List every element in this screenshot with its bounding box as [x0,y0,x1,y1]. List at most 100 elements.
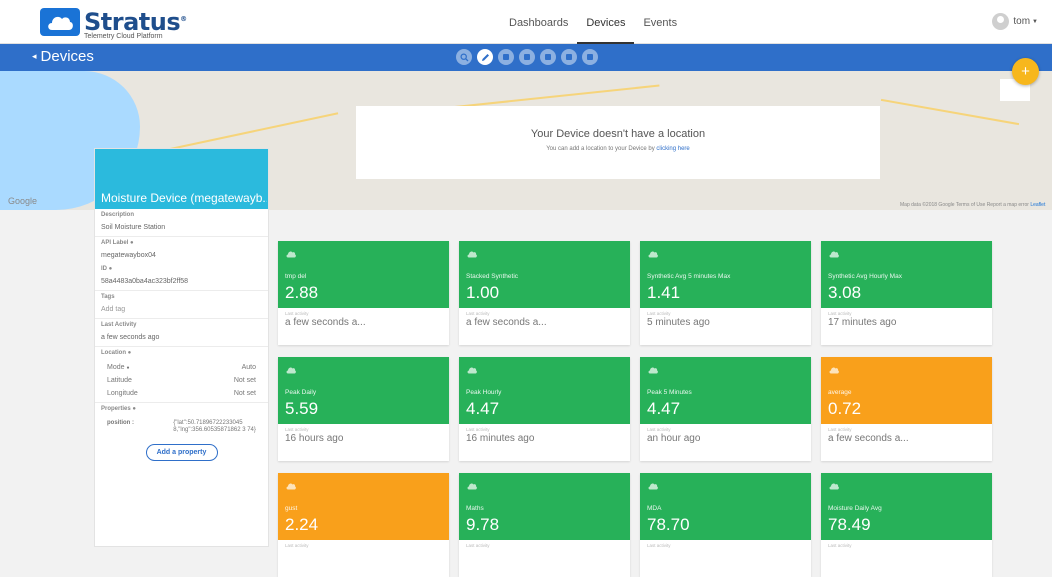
last-activity-caption: Last activity [285,311,309,316]
tags-section: Tags Add tag [95,291,268,319]
variable-card-header: Peak 5 Minutes 4.47 [640,357,811,424]
variable-value: 5.59 [285,399,319,418]
variable-card-header: Moisture Daily Avg 78.49 [821,473,992,540]
variable-value: 4.47 [466,399,500,418]
variable-name: tmp del [285,273,307,280]
last-activity-section: Last Activity a few seconds ago [95,319,268,347]
description-section: Description Soil Moisture Station [95,209,268,237]
download-icon[interactable] [519,49,535,65]
back-to-devices-link[interactable]: ◂ Devices [32,48,94,65]
location-label: Location [101,350,126,356]
variable-card-footer: Last activity 17 minutes ago [821,308,992,331]
variable-card[interactable]: gust 2.24 Last activity [278,473,449,577]
longitude-value[interactable]: Not set [234,390,256,397]
map-road [161,112,339,152]
variable-card[interactable]: Synthetic Avg 5 minutes Max 1.41 Last acti… [640,241,811,345]
google-logo: Google [8,196,38,206]
nav-item-events[interactable]: Events [634,0,686,44]
info-icon: ● [130,240,134,246]
tags-label: Tags [101,294,115,300]
add-location-link[interactable]: clicking here [656,146,689,152]
variable-last-activity: a few seconds a... [828,433,909,444]
map-credit: Map data ©2018 Google Terms of Use Repor… [900,202,1046,208]
device-id-value: 58a4483a0ba4ac323bf2ff58 [101,278,189,285]
device-header: Moisture Device (megatewayb... [95,149,268,209]
api-label-section: API Label ● megatewaybox04 ID ● 58a4483a… [95,237,268,291]
variable-card[interactable]: Stacked Synthetic 1.00 Last activity a few … [459,241,630,345]
variable-card-header: Peak Daily 5.59 [278,357,449,424]
variable-card[interactable]: Peak 5 Minutes 4.47 Last activity an hour a… [640,357,811,461]
variable-value: 0.72 [828,399,862,418]
delete-icon[interactable] [498,49,514,65]
variable-card-footer: Last activity an hour ago [640,424,811,447]
variable-card-footer: Last activity 16 minutes ago [459,424,630,447]
last-activity-caption: Last activity [828,311,852,316]
mode-value[interactable]: Auto [242,364,256,371]
variable-card-footer: Last activity a few seconds a... [278,308,449,331]
info-icon: ● [132,406,136,412]
tool-icons [456,49,603,65]
chart-icon[interactable] [561,49,577,65]
variable-card-footer: Last activity a few seconds a... [459,308,630,331]
brand-name: Stratus [84,8,181,36]
variable-last-activity: 5 minutes ago [647,317,710,328]
brand-registered-mark: ® [180,15,187,23]
variable-last-activity: 16 hours ago [285,433,344,444]
last-activity-caption: Last activity [647,427,671,432]
properties-label: Properties [101,406,131,412]
cloud-upload-icon [648,477,658,495]
search-icon[interactable] [456,49,472,65]
variable-card[interactable]: Maths 9.78 Last activity [459,473,630,577]
user-menu[interactable]: tom ▼ [992,13,1038,30]
variable-card-footer: Last activity 5 minutes ago [640,308,811,331]
info-icon: ● [127,350,132,356]
variable-last-activity: 17 minutes ago [828,317,897,328]
longitude-label: Longitude [107,390,138,397]
stratus-logo[interactable]: Stratus® Telemetry Cloud Platform [40,8,187,41]
property-key: position : [107,420,134,426]
edit-icon[interactable] [477,49,493,65]
last-activity-caption: Last activity [647,543,671,548]
top-navbar: Stratus® Telemetry Cloud Platform Dashbo… [0,0,1052,44]
nav-item-dashboards[interactable]: Dashboards [500,0,577,44]
cloud-upload-icon [467,477,477,495]
variable-card[interactable]: Moisture Daily Avg 78.49 Last activity [821,473,992,577]
variable-last-activity: an hour ago [647,433,701,444]
variable-name: Moisture Daily Avg [828,505,882,512]
api-label-label: API Label [101,240,129,246]
caret-down-icon: ▼ [1032,18,1038,25]
variable-card[interactable]: Peak Daily 5.59 Last activity 16 hours ago [278,357,449,461]
variable-card-header: gust 2.24 [278,473,449,540]
leaflet-link[interactable]: Leaflet [1030,202,1045,208]
add-variable-button[interactable]: + [1012,58,1039,85]
latitude-label: Latitude [107,377,132,384]
variable-card[interactable]: tmp del 2.88 Last activity a few seconds a.… [278,241,449,345]
properties-section: Properties ● position : {"lat":50.7189672… [95,403,268,465]
api-label-value[interactable]: megatewaybox04 [101,251,262,260]
variable-value: 9.78 [466,515,500,534]
variable-card[interactable]: Synthetic Avg Hourly Max 3.08 Last activit… [821,241,992,345]
device-toolbar: ◂ Devices [0,44,1052,71]
list-icon[interactable] [540,49,556,65]
add-tag-input[interactable]: Add tag [101,305,262,314]
device-title[interactable]: Moisture Device (megatewayb... [101,191,267,205]
upload-icon[interactable] [582,49,598,65]
variable-card-footer: Last activity 16 hours ago [278,424,449,447]
variable-card[interactable]: Peak Hourly 4.47 Last activity 16 minutes a… [459,357,630,461]
info-icon: ● [108,266,113,272]
nav-item-devices[interactable]: Devices [577,0,635,44]
variable-card[interactable]: MDA 78.70 Last activity [640,473,811,577]
variable-card[interactable]: average 0.72 Last activity a few seconds a.… [821,357,992,461]
cloud-upload-icon [467,245,477,263]
property-value[interactable]: {"lat":50.71896722233045 8,"lng":356.605… [173,420,256,434]
variable-name: Maths [466,505,484,512]
variable-card-footer: Last activity [278,540,449,552]
back-arrow-icon: ◂ [32,51,37,61]
description-value[interactable]: Soil Moisture Station [101,223,262,232]
add-property-button[interactable]: Add a property [145,444,218,461]
no-location-notice: Your Device doesn't have a location You … [356,106,880,179]
latitude-value[interactable]: Not set [234,377,256,384]
variable-value: 2.24 [285,515,319,534]
cloud-upload-icon [648,245,658,263]
variable-card-header: Peak Hourly 4.47 [459,357,630,424]
